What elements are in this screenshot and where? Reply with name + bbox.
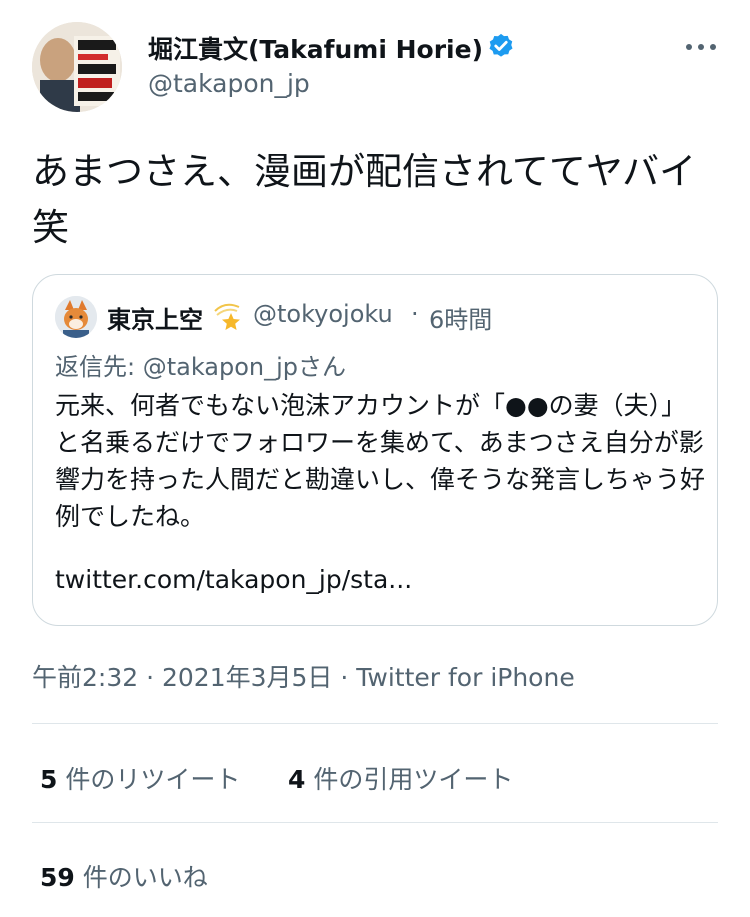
quoted-author-handle[interactable]: @tokyojoku	[253, 300, 393, 328]
divider	[32, 723, 718, 724]
quoted-author-avatar[interactable]	[55, 296, 97, 338]
quoted-tweet-link[interactable]: twitter.com/takapon_jp/sta...	[55, 565, 412, 594]
author-display-name[interactable]: 堀江貴文(Takafumi Horie)	[148, 30, 483, 66]
dizzy-star-icon	[214, 303, 240, 330]
avatar-image	[32, 22, 122, 112]
quotes-count: 4	[288, 765, 306, 794]
tweet-detail: 堀江貴文(Takafumi Horie) @takapon_jp あまつさえ、漫…	[0, 0, 750, 917]
reply-to-label: 返信先: @takapon_jpさん	[55, 353, 347, 381]
retweets-stat[interactable]: 5 件のリツイート	[40, 760, 240, 796]
tweet-timestamp[interactable]: 午前2:32 · 2021年3月5日 · Twitter for iPhone	[32, 658, 575, 694]
likes-label: 件のいいね	[82, 863, 208, 892]
quoted-tweet-text: 元来、何者でもない泡沫アカウントが「●●の妻（夫）」と名乗るだけでフォロワーを集…	[55, 391, 706, 531]
quote-tweets-stat[interactable]: 4 件の引用ツイート	[288, 760, 513, 796]
quoted-tweet-card[interactable]: 東京上空 @tokyojoku · 6時間 返信先: @takapon_jpさん…	[32, 274, 718, 626]
quoted-tweet-time[interactable]: 6時間	[429, 300, 492, 335]
verified-badge-icon	[489, 33, 513, 57]
likes-stat[interactable]: 59 件のいいね	[40, 858, 208, 894]
quoted-avatar-image	[55, 296, 97, 338]
retweets-count: 5	[40, 765, 58, 794]
tweet-text: あまつさえ、漫画が配信されててヤバイ笑	[32, 150, 697, 249]
author-handle[interactable]: @takapon_jp	[148, 69, 310, 98]
divider	[32, 822, 718, 823]
separator-dot: ·	[411, 300, 419, 328]
more-options-icon[interactable]	[684, 38, 718, 56]
quoted-author-name[interactable]: 東京上空	[107, 300, 203, 335]
quotes-label: 件の引用ツイート	[313, 765, 514, 794]
likes-count: 59	[40, 863, 75, 892]
author-avatar[interactable]	[32, 22, 122, 112]
retweets-label: 件のリツイート	[65, 765, 241, 794]
